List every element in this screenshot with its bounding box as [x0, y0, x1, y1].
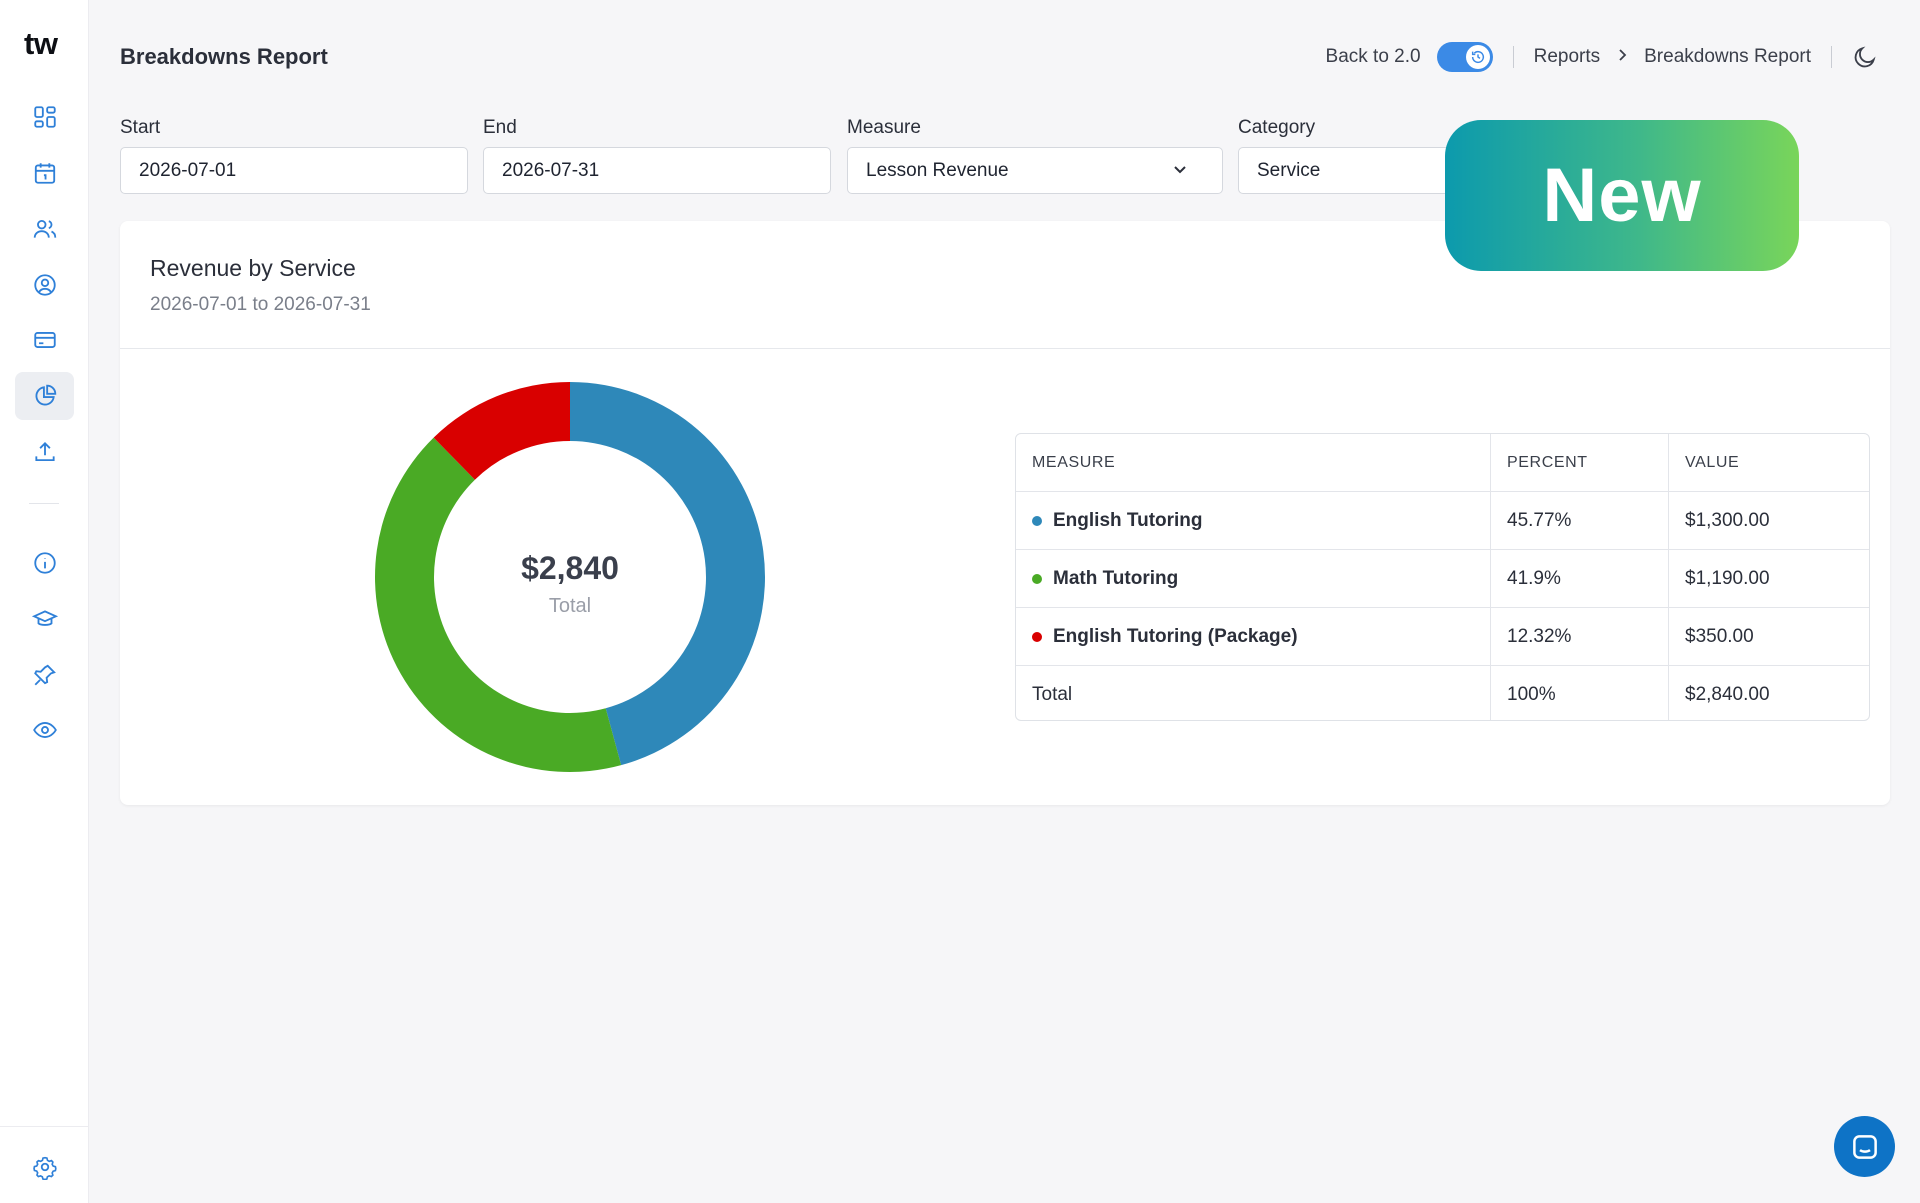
legend-dot-math	[1032, 573, 1042, 584]
sidebar: tw	[0, 0, 89, 1203]
card-title: Revenue by Service	[150, 255, 356, 281]
end-label: End	[483, 117, 517, 138]
table-row: English Tutoring 45.77% $1,300.00	[1016, 492, 1869, 550]
chat-launcher-button[interactable]	[1834, 1116, 1895, 1177]
users-icon	[33, 219, 56, 238]
sidebar-item-import[interactable]	[15, 428, 74, 476]
measure-name: English Tutoring (Package)	[1053, 625, 1298, 647]
end-date-field[interactable]: 2026-07-31	[483, 147, 831, 194]
measure-name: English Tutoring	[1053, 509, 1203, 531]
measure-cell: English Tutoring (Package)	[1016, 608, 1491, 665]
sidebar-item-profile[interactable]	[15, 261, 74, 309]
eye-icon	[32, 722, 57, 738]
percent-cell: 12.32%	[1491, 608, 1669, 665]
breakdown-table: MEASURE PERCENT VALUE English Tutoring 4…	[1015, 433, 1870, 721]
page-title: Breakdowns Report	[120, 44, 328, 69]
value-cell: $1,300.00	[1685, 509, 1770, 531]
donut-total-value: $2,840	[521, 550, 619, 586]
percent-cell: 45.77%	[1491, 492, 1669, 549]
value-cell: $1,190.00	[1685, 567, 1770, 589]
sidebar-bottom-divider	[0, 1126, 89, 1127]
info-icon	[33, 552, 56, 574]
column-header-value: VALUE	[1685, 453, 1740, 471]
header-separator	[1831, 46, 1832, 68]
table-total-row: Total 100% $2,840.00	[1016, 666, 1869, 720]
donut-total-label: Total	[548, 595, 592, 617]
breadcrumb-reports[interactable]: Reports	[1534, 46, 1601, 68]
toggle-knob	[1465, 45, 1490, 69]
category-value: Service	[1257, 159, 1321, 181]
upload-icon	[34, 442, 55, 462]
legend-dot-package	[1032, 631, 1042, 642]
sidebar-item-reports[interactable]	[15, 372, 74, 420]
chevron-right-icon	[1616, 46, 1628, 68]
back-to-legacy-toggle[interactable]	[1436, 42, 1493, 72]
table-row: Math Tutoring 41.9% $1,190.00	[1016, 550, 1869, 608]
value-cell: $350.00	[1685, 625, 1754, 647]
pin-icon	[33, 664, 56, 686]
app-logo[interactable]: tw	[24, 26, 58, 62]
card-divider	[120, 348, 1890, 349]
column-header-percent: PERCENT	[1491, 434, 1669, 491]
chat-icon	[1852, 1134, 1877, 1159]
sidebar-item-preview[interactable]	[15, 706, 74, 754]
history-icon	[1471, 50, 1484, 64]
measure-label: Measure	[847, 117, 921, 138]
sidebar-divider	[29, 503, 59, 504]
header-actions: Back to 2.0 Reports Breakdowns Report	[1326, 40, 1890, 74]
start-date-field[interactable]: 2026-07-01	[120, 147, 468, 194]
sidebar-item-users[interactable]	[15, 205, 74, 253]
sidebar-item-settings[interactable]	[15, 1143, 74, 1191]
sidebar-item-academy[interactable]	[15, 595, 74, 643]
end-date-value: 2026-07-31	[502, 159, 600, 181]
percent-cell: 41.9%	[1491, 550, 1669, 607]
sidebar-item-billing[interactable]	[15, 316, 74, 364]
table-header-row: MEASURE PERCENT VALUE	[1016, 434, 1869, 492]
theme-toggle-button[interactable]	[1852, 44, 1878, 70]
start-date-value: 2026-07-01	[139, 159, 237, 181]
total-label: Total	[1016, 666, 1491, 720]
total-value: $2,840.00	[1685, 684, 1770, 705]
moon-icon	[1854, 46, 1876, 68]
table-row: English Tutoring (Package) 12.32% $350.0…	[1016, 608, 1869, 666]
user-circle-icon	[33, 274, 56, 296]
category-label: Category	[1238, 117, 1316, 138]
measure-select[interactable]: Lesson Revenue	[847, 147, 1223, 194]
pie-chart-icon	[35, 384, 56, 406]
legend-dot-english	[1032, 515, 1042, 526]
measure-cell: Math Tutoring	[1016, 550, 1491, 607]
sidebar-item-pinned[interactable]	[15, 651, 74, 699]
sidebar-item-dashboard[interactable]	[15, 93, 74, 141]
sidebar-item-info[interactable]	[15, 539, 74, 587]
header-separator	[1512, 46, 1514, 68]
credit-card-icon	[33, 332, 56, 348]
column-header-measure: MEASURE	[1016, 434, 1491, 491]
chevron-down-icon	[1172, 161, 1188, 183]
donut-chart: $2,840 Total	[370, 377, 770, 777]
measure-value: Lesson Revenue	[866, 159, 1009, 181]
total-percent: 100%	[1491, 666, 1669, 720]
graduation-cap-icon	[31, 610, 58, 626]
card-date-range: 2026-07-01 to 2026-07-31	[150, 294, 371, 315]
start-label: Start	[120, 117, 161, 138]
sidebar-item-calendar[interactable]	[15, 149, 74, 197]
new-badge: New	[1445, 120, 1799, 271]
measure-cell: English Tutoring	[1016, 492, 1491, 549]
calendar-icon	[34, 163, 55, 184]
dashboard-icon	[33, 106, 56, 128]
measure-name: Math Tutoring	[1053, 567, 1179, 589]
breadcrumb-current: Breakdowns Report	[1644, 46, 1811, 67]
gear-icon	[32, 1156, 57, 1180]
report-card: Revenue by Service 2026-07-01 to 2026-07…	[120, 221, 1890, 805]
back-to-legacy-label: Back to 2.0	[1325, 46, 1421, 67]
